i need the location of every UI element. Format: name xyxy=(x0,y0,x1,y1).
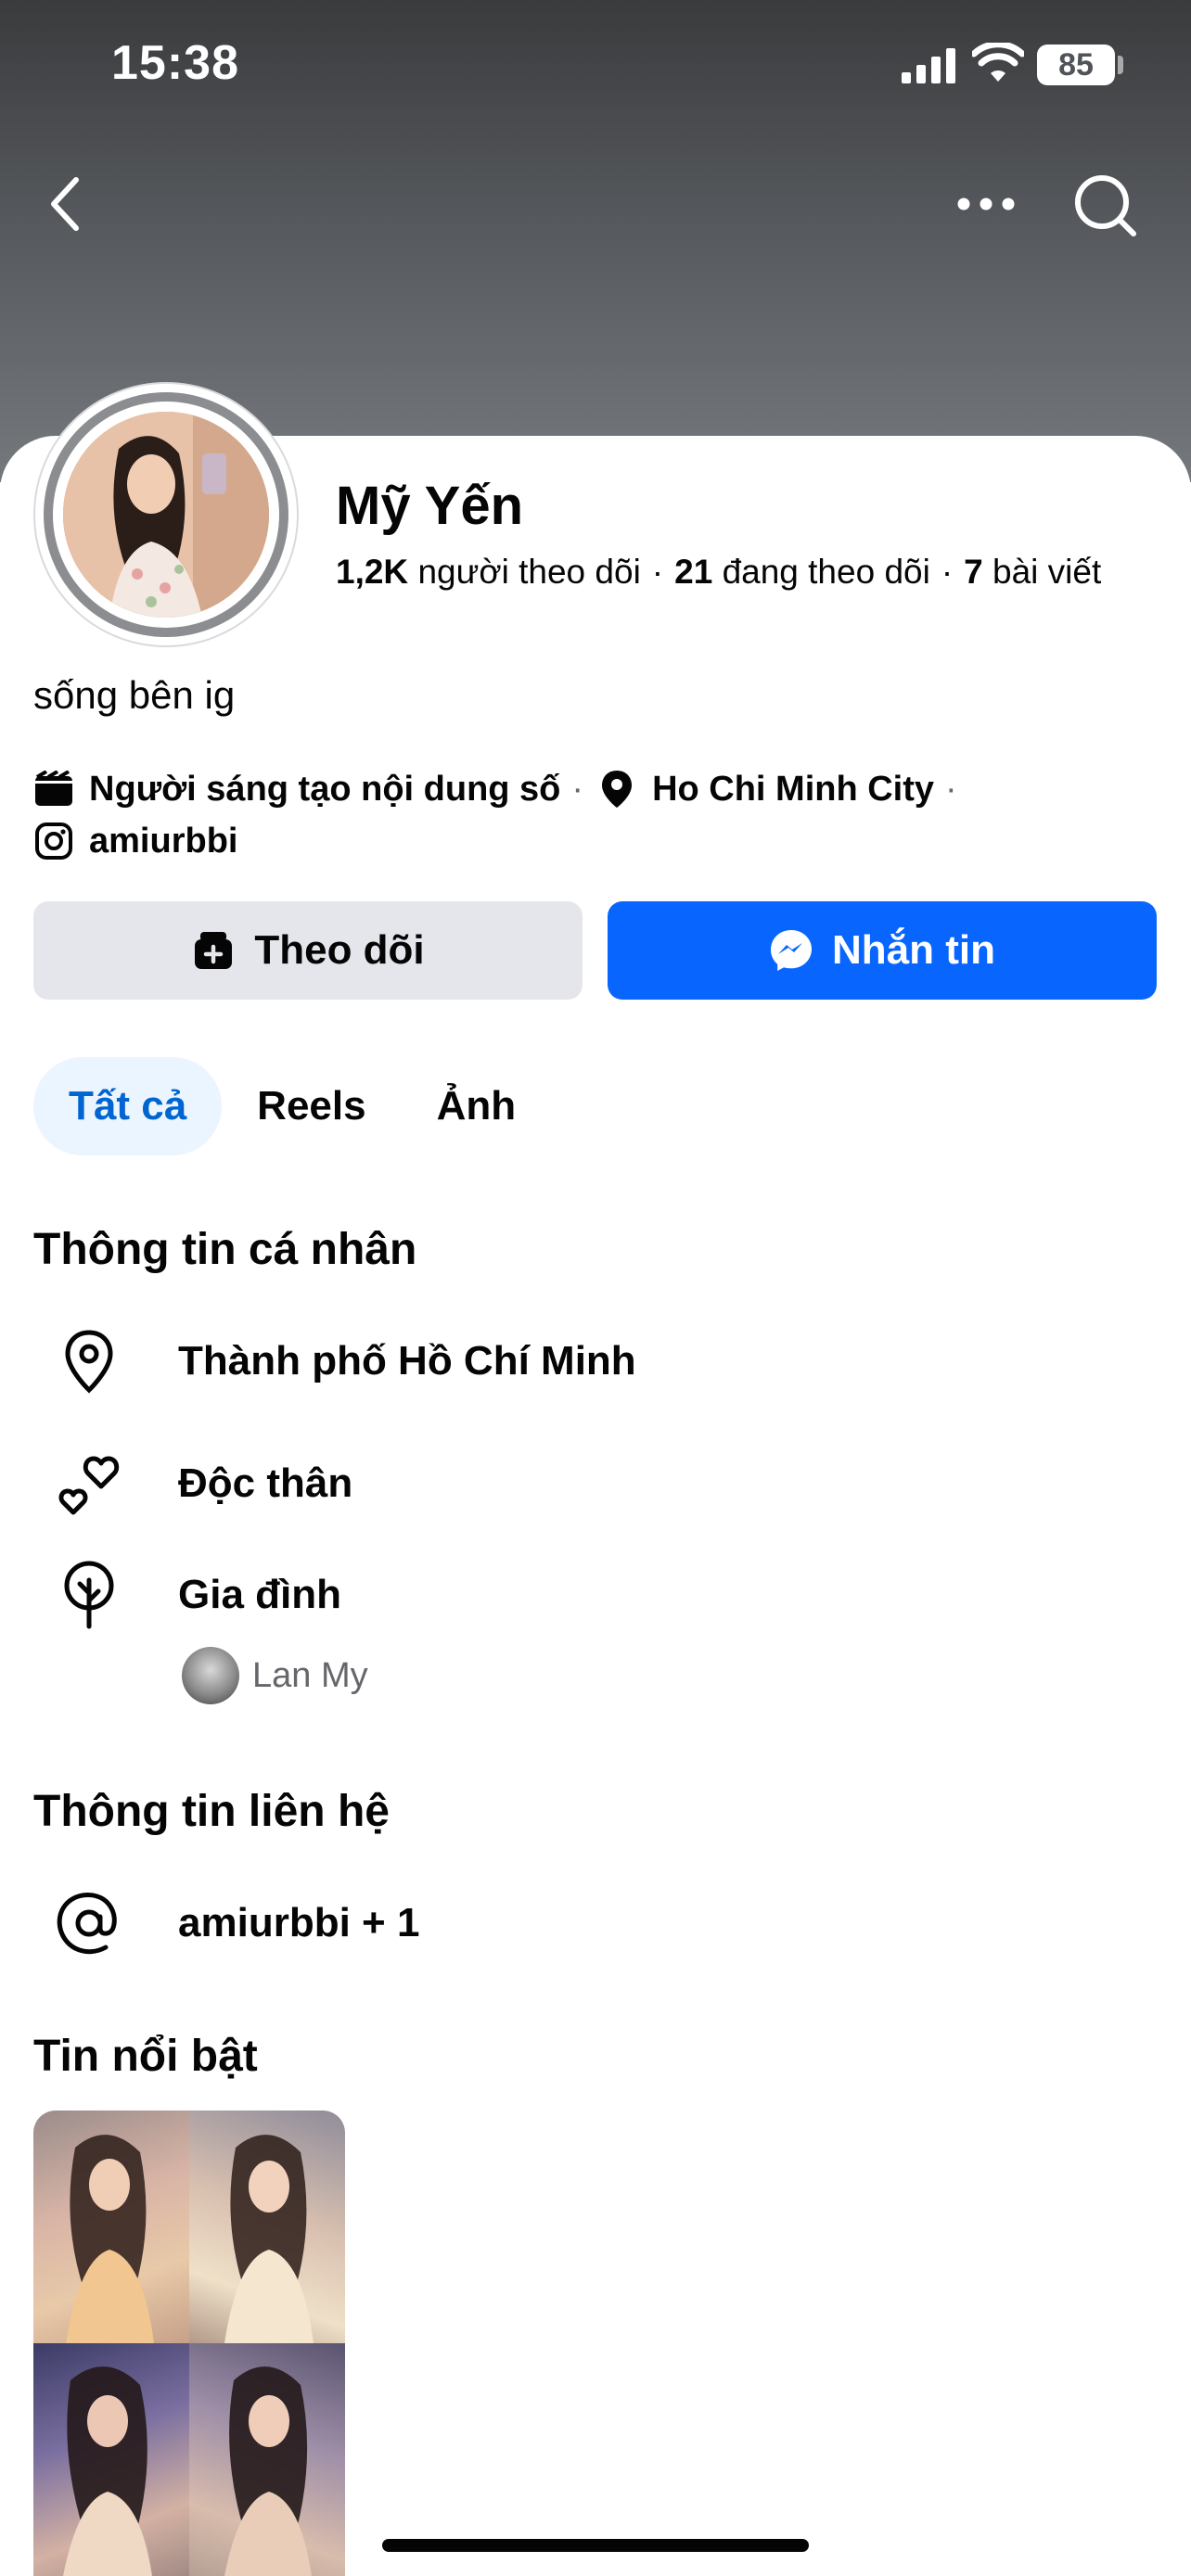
home-indicator xyxy=(382,2539,809,2552)
following-label[interactable]: đang theo dõi xyxy=(723,553,930,591)
search-icon xyxy=(1075,175,1136,236)
profile-meta-row: Người sáng tạo nội dung số · Ho Chi Minh… xyxy=(33,766,970,812)
info-row-city[interactable]: Thành phố Hồ Chí Minh xyxy=(33,1324,1146,1398)
battery-cap xyxy=(1118,56,1123,74)
profile-avatar[interactable] xyxy=(33,382,299,647)
highlight-thumbnail xyxy=(189,2111,345,2343)
posts-count: 7 xyxy=(964,553,983,591)
follow-icon xyxy=(191,928,236,973)
info-row-family: Gia đình xyxy=(33,1558,1146,1632)
posts-label: bài viết xyxy=(992,553,1102,591)
follow-button[interactable]: Theo dõi xyxy=(33,901,583,1000)
message-label: Nhắn tin xyxy=(832,927,995,973)
messenger-icon xyxy=(769,928,813,973)
location-pin-icon xyxy=(596,769,637,810)
followers-count[interactable]: 1,2K xyxy=(336,553,408,591)
more-dots-icon xyxy=(957,198,1015,210)
profile-tabs: Tất cả Reels Ảnh xyxy=(33,1057,551,1155)
profile-bio: sống bên ig xyxy=(33,673,236,717)
instagram-handle[interactable]: amiurbbi xyxy=(89,822,237,861)
at-sign-icon xyxy=(33,1886,145,1960)
personal-info-title: Thông tin cá nhân xyxy=(33,1225,417,1274)
contact-info-title: Thông tin liên hệ xyxy=(33,1787,390,1836)
wifi-icon xyxy=(972,43,1024,82)
family-member[interactable]: Lan My xyxy=(182,1647,368,1704)
location-text[interactable]: Ho Chi Minh City xyxy=(652,770,934,810)
avatar-photo xyxy=(63,412,269,618)
search-button[interactable] xyxy=(1067,167,1145,245)
tab-all[interactable]: Tất cả xyxy=(33,1057,223,1155)
family-label: Gia đình xyxy=(178,1572,341,1617)
relationship-text: Độc thân xyxy=(178,1460,353,1506)
instagram-row[interactable]: amiurbbi xyxy=(33,818,237,864)
story-ring xyxy=(44,392,288,637)
battery-indicator: 85 xyxy=(1037,45,1115,85)
separator-dot: · xyxy=(571,769,584,809)
more-options-button[interactable] xyxy=(946,176,1026,232)
contact-handle: amiurbbi + 1 xyxy=(178,1900,420,1945)
followers-label[interactable]: người theo dõi xyxy=(417,553,640,591)
chevron-left-icon xyxy=(51,177,79,231)
highlight-thumbnail xyxy=(33,2111,189,2343)
following-count[interactable]: 21 xyxy=(674,553,712,591)
back-button[interactable] xyxy=(37,167,93,241)
tab-photos[interactable]: Ảnh xyxy=(402,1057,552,1155)
tab-reels[interactable]: Reels xyxy=(222,1057,401,1155)
info-row-relationship[interactable]: Độc thân xyxy=(33,1447,1146,1521)
avatar-illustration xyxy=(63,412,269,618)
separator-dot: · xyxy=(651,553,664,591)
separator-dot: · xyxy=(941,553,954,591)
clapperboard-icon xyxy=(33,769,74,810)
profile-stats: 1,2K người theo dõi · 21 đang theo dõi · 7 b… xyxy=(336,553,1101,592)
message-button[interactable]: Nhắn tin xyxy=(608,901,1157,1000)
hearts-icon xyxy=(33,1447,145,1521)
creator-category: Người sáng tạo nội dung số xyxy=(89,769,561,809)
cellular-signal-icon xyxy=(902,48,955,83)
highlight-story-card[interactable] xyxy=(33,2111,345,2576)
tree-icon xyxy=(33,1558,145,1632)
highlight-thumbnail xyxy=(33,2343,189,2576)
status-time: 15:38 xyxy=(111,36,239,90)
avatar xyxy=(182,1647,239,1704)
status-bar: 15:38 85 xyxy=(0,0,1191,130)
family-member-name: Lan My xyxy=(252,1655,368,1695)
city-text: Thành phố Hồ Chí Minh xyxy=(178,1338,636,1384)
highlights-title: Tin nổi bật xyxy=(33,2032,258,2081)
separator-dot: · xyxy=(945,769,957,809)
location-outline-icon xyxy=(33,1324,145,1398)
follow-label: Theo dõi xyxy=(254,927,425,973)
profile-name: Mỹ Yến xyxy=(336,476,524,536)
highlight-thumbnail xyxy=(189,2343,345,2576)
instagram-icon xyxy=(33,821,74,861)
info-row-contact[interactable]: amiurbbi + 1 xyxy=(33,1886,1146,1960)
